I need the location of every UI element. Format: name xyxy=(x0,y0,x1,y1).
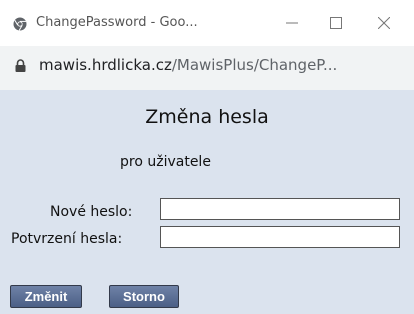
confirm-password-label: Potvrzení hesla: xyxy=(11,231,123,247)
new-password-field[interactable] xyxy=(160,198,400,220)
close-icon xyxy=(378,17,390,29)
page-subtitle: pro uživatele xyxy=(120,154,211,170)
cancel-button[interactable]: Storno xyxy=(109,285,179,308)
url-path: /MawisPlus/ChangeP... xyxy=(171,56,338,74)
minimize-icon xyxy=(286,22,298,24)
minimize-button[interactable] xyxy=(278,12,306,34)
close-button[interactable] xyxy=(370,12,398,34)
window-title: ChangePassword - Goo... xyxy=(36,15,198,30)
confirm-password-field[interactable] xyxy=(160,226,400,248)
url-domain: mawis.hrdlicka.cz xyxy=(39,56,172,74)
title-bar: ChangePassword - Goo... xyxy=(0,0,414,46)
url-text[interactable]: mawis.hrdlicka.cz/MawisPlus/ChangeP... xyxy=(39,56,337,74)
chrome-logo-icon xyxy=(13,17,27,31)
lock-icon[interactable] xyxy=(15,59,26,72)
maximize-icon xyxy=(330,17,342,29)
change-button[interactable]: Změnit xyxy=(10,285,82,308)
page-title: Změna hesla xyxy=(145,106,269,128)
maximize-button[interactable] xyxy=(322,12,350,34)
new-password-label: Nové heslo: xyxy=(50,204,133,220)
